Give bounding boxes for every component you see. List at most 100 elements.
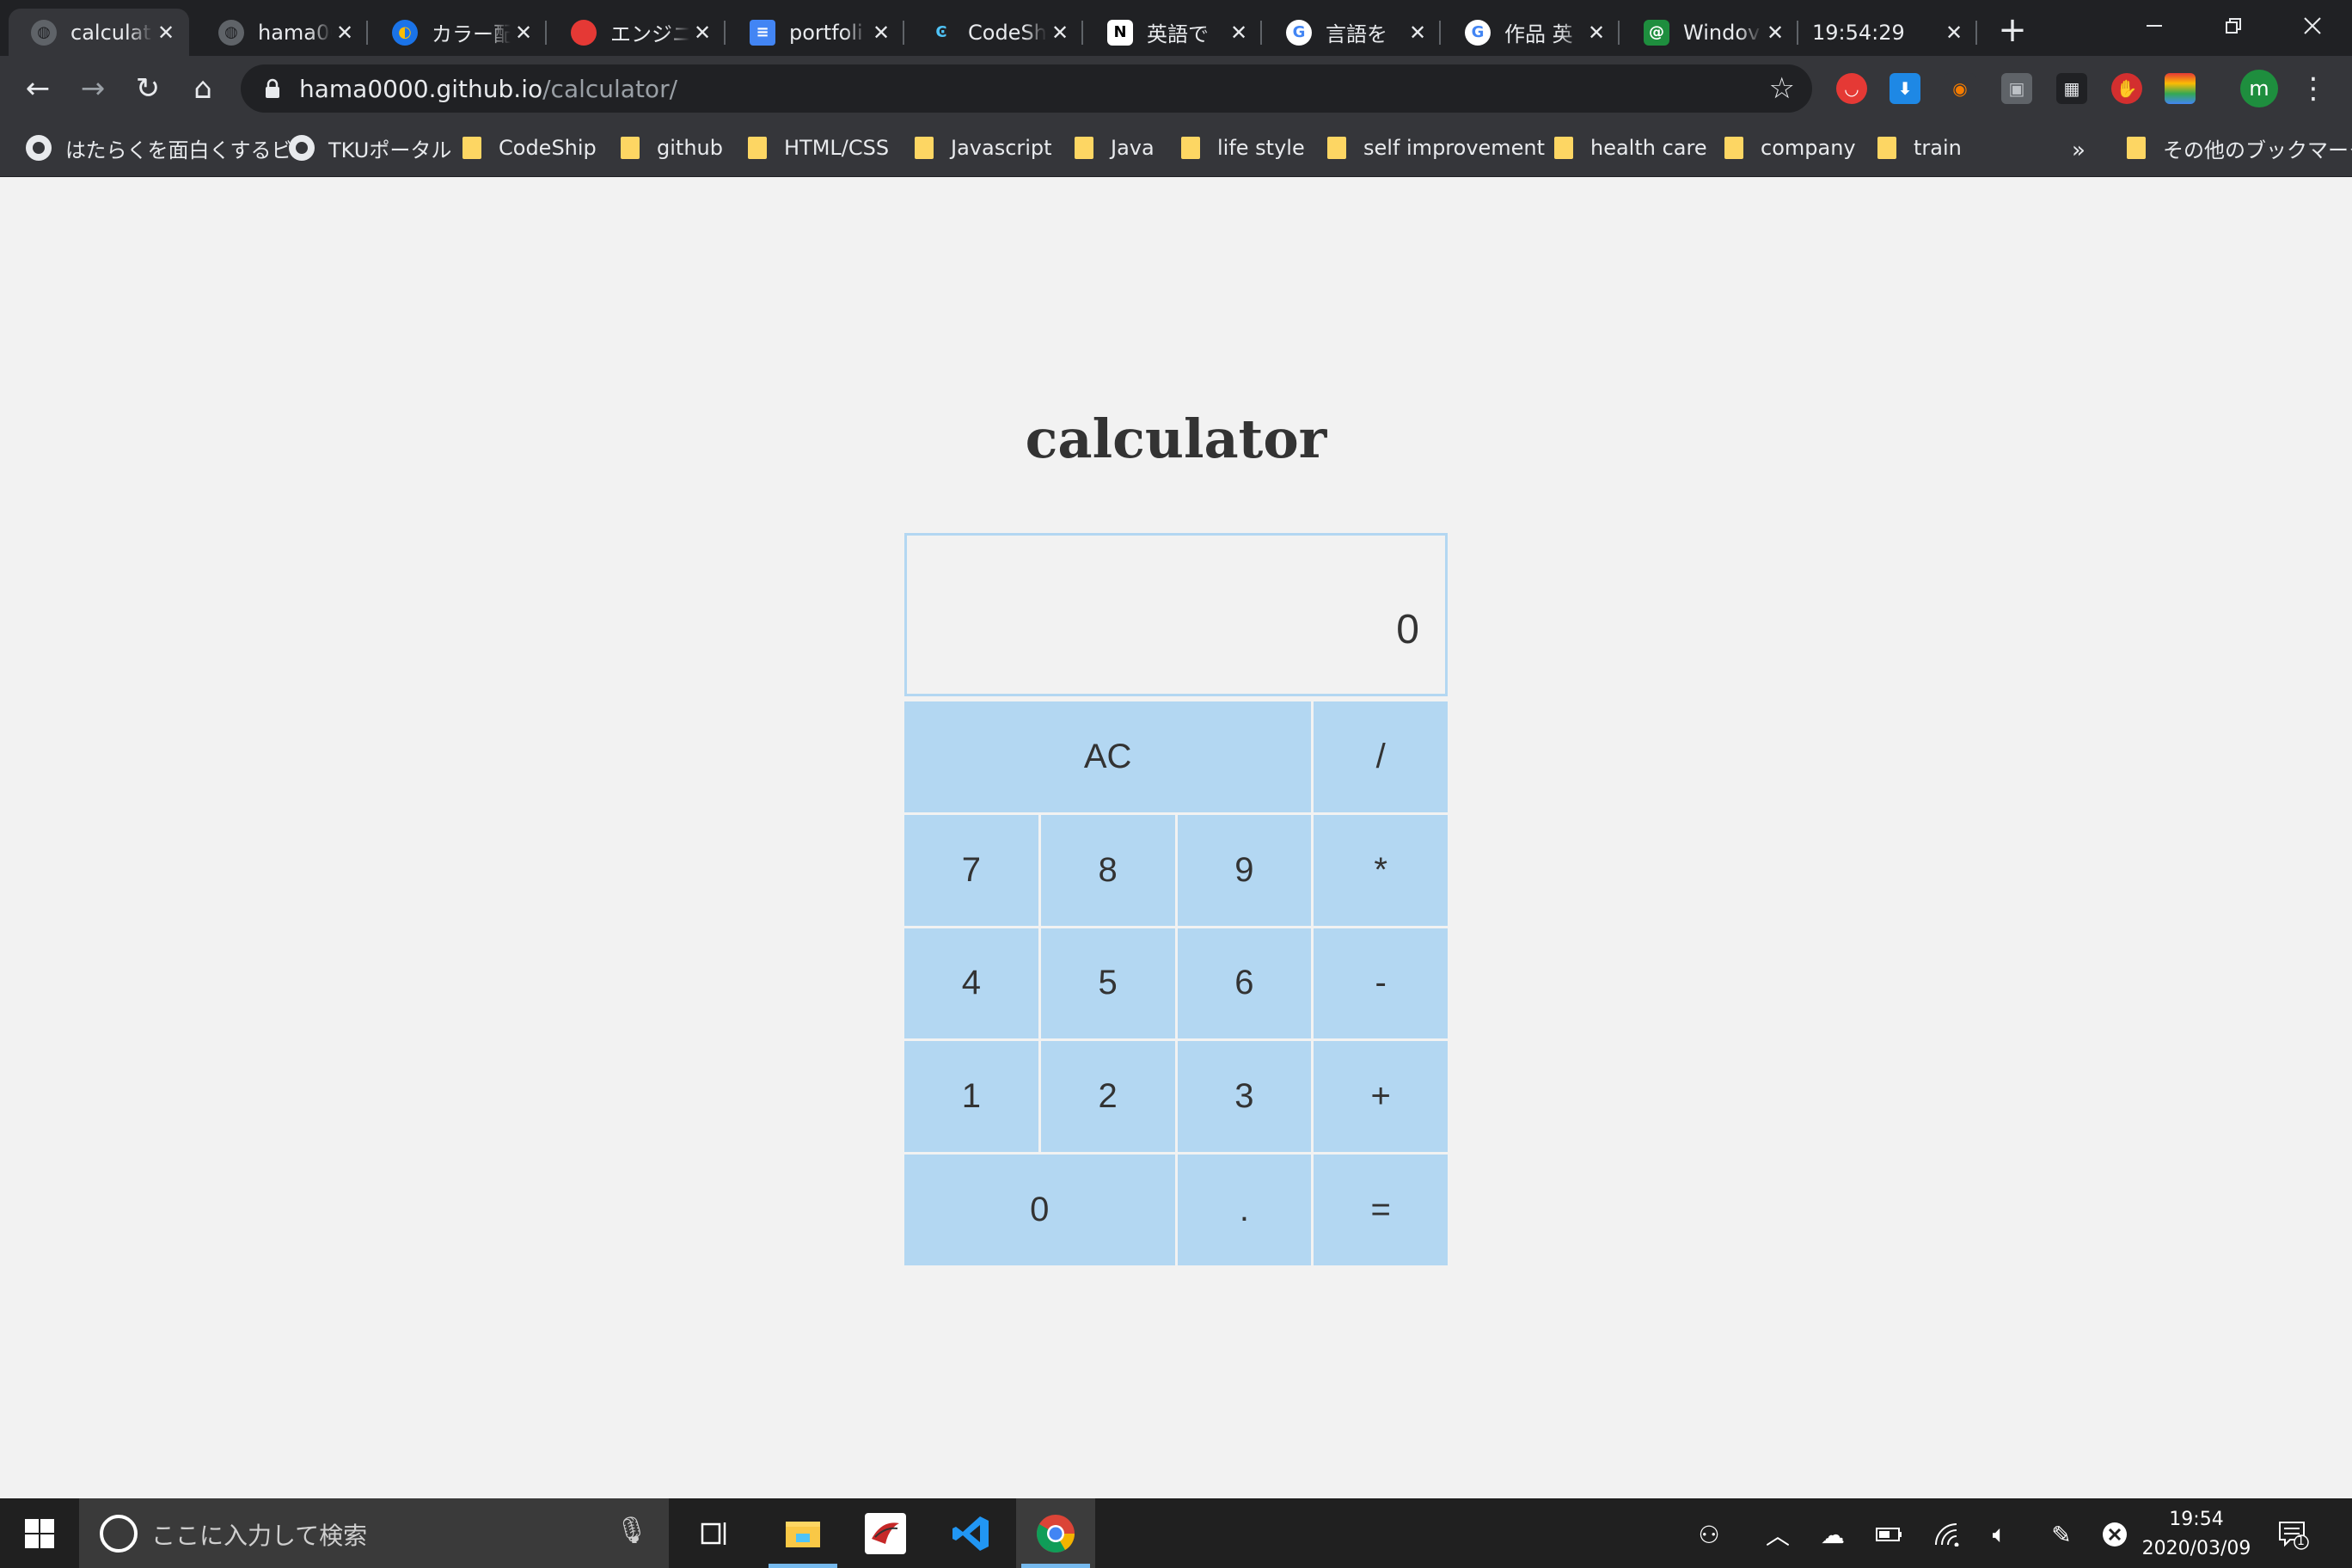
close-tab-icon[interactable]: ✕ [1583, 20, 1609, 46]
close-tab-icon[interactable]: ✕ [689, 20, 715, 46]
bookmark-folder[interactable]: life style [1181, 131, 1305, 165]
bookmark-folder[interactable]: Javascript [915, 131, 1052, 165]
subtract-button[interactable]: - [1314, 928, 1448, 1039]
bookmark-item[interactable]: TKUポータル [289, 131, 451, 165]
digit-2-button[interactable]: 2 [1040, 1041, 1175, 1153]
digit-9-button[interactable]: 9 [1177, 814, 1312, 926]
new-tab-button[interactable]: + [1991, 9, 2034, 52]
bookmark-folder[interactable]: self improvement [1327, 131, 1545, 165]
bookmark-folder[interactable]: health care [1554, 131, 1707, 165]
tab-separator [1618, 21, 1620, 45]
restore-button[interactable] [2194, 0, 2273, 52]
folder-icon [462, 137, 481, 159]
profile-avatar[interactable]: m [2240, 70, 2278, 107]
tab-title: CodeSh [968, 20, 1047, 45]
tab-title: 19:54:29 [1812, 20, 1905, 45]
tab-codeship[interactable]: Ͼ CodeSh ✕ [906, 9, 1083, 56]
people-icon[interactable]: ⚇ [1692, 1517, 1726, 1552]
other-bookmarks-folder[interactable]: その他のブックマーク [2127, 131, 2352, 165]
tab-engineer[interactable]: エンジニ ✕ [548, 9, 726, 56]
digit-6-button[interactable]: 6 [1177, 928, 1312, 1039]
download-extension-icon[interactable]: ⬇ [1890, 73, 1920, 104]
close-window-button[interactable] [2273, 0, 2352, 52]
bookmark-folder[interactable]: train [1877, 131, 1962, 165]
clear-button[interactable]: AC [904, 701, 1312, 812]
reload-button[interactable]: ↻ [126, 66, 170, 111]
close-tab-icon[interactable]: ✕ [1762, 20, 1788, 46]
digit-8-button[interactable]: 8 [1040, 814, 1175, 926]
microphone-icon[interactable]: 🎙︎ [616, 1516, 648, 1546]
tab-portfolio[interactable]: ≡ portfoli ✕ [727, 9, 904, 56]
adblock-extension-icon[interactable]: ✋ [2111, 73, 2142, 104]
extension-red-icon[interactable]: ◡ [1836, 73, 1867, 104]
digit-7-button[interactable]: 7 [904, 814, 1038, 926]
digit-5-button[interactable]: 5 [1040, 928, 1175, 1039]
tab-separator [1260, 21, 1262, 45]
tab-language[interactable]: G 言語を ✕ [1264, 9, 1441, 56]
bookmark-folder[interactable]: github [621, 131, 723, 165]
add-button[interactable]: + [1314, 1041, 1448, 1153]
address-bar[interactable]: hama0000.github.io/calculator/ ☆ [241, 64, 1812, 113]
tab-color-scheme[interactable]: ◐ カラー配 ✕ [370, 9, 547, 56]
bookmarks-overflow-button[interactable]: » [2072, 138, 2086, 163]
owl-extension-icon[interactable]: ◉ [1945, 73, 1975, 104]
digit-1-button[interactable]: 1 [904, 1041, 1038, 1153]
qr-code-extension-icon[interactable]: ▦ [2056, 73, 2087, 104]
tab-windows[interactable]: @ Windov ✕ [1621, 9, 1798, 56]
tab-works[interactable]: G 作品 英 ✕ [1442, 9, 1620, 56]
bookmark-item[interactable]: はたらくを面白くするビ... [26, 131, 311, 165]
battery-icon[interactable] [1872, 1517, 1907, 1552]
divide-button[interactable]: / [1314, 701, 1448, 812]
digit-3-button[interactable]: 3 [1177, 1041, 1312, 1153]
back-button[interactable]: ← [15, 66, 60, 111]
action-center-icon[interactable]: 1 [2276, 1517, 2311, 1552]
tab-title: エンジニ [610, 22, 689, 46]
taskbar-chrome[interactable] [1016, 1498, 1095, 1568]
close-tab-icon[interactable]: ✕ [1405, 20, 1430, 46]
onedrive-cloud-icon[interactable]: ☁ [1816, 1517, 1850, 1552]
taskbar-file-explorer[interactable] [763, 1498, 842, 1568]
multiply-button[interactable]: * [1314, 814, 1448, 926]
decimal-button[interactable]: . [1177, 1155, 1312, 1265]
wifi-icon[interactable] [1931, 1517, 1965, 1552]
image-extension-icon[interactable]: ▣ [2001, 73, 2032, 104]
tab-english[interactable]: N 英語で ✕ [1085, 9, 1262, 56]
close-tab-icon[interactable]: ✕ [1941, 20, 1967, 46]
forward-button[interactable]: → [70, 66, 115, 111]
bookmark-folder[interactable]: CodeShip [462, 131, 597, 165]
bookmark-folder[interactable]: Java [1075, 131, 1155, 165]
close-tab-icon[interactable]: ✕ [332, 20, 358, 46]
tab-separator [724, 21, 726, 45]
taskbar-vscode[interactable] [932, 1498, 1011, 1568]
digit-4-button[interactable]: 4 [904, 928, 1038, 1039]
pen-workspace-icon[interactable]: ✎ [2044, 1517, 2079, 1552]
close-tab-icon[interactable]: ✕ [1047, 20, 1073, 46]
status-x-icon[interactable] [2098, 1517, 2132, 1552]
tab-strip: ◍ calculat ✕ ◍ hama00 ✕ ◐ カラー配 ✕ エンジニ ✕ … [0, 0, 2352, 56]
tab-calculator[interactable]: ◍ calculat ✕ [9, 9, 189, 56]
show-hidden-icons-icon[interactable]: ︿ [1761, 1517, 1795, 1552]
equals-button[interactable]: = [1314, 1155, 1448, 1265]
task-view-button[interactable] [676, 1498, 755, 1568]
vscode-icon [952, 1516, 989, 1551]
minimize-button[interactable] [2115, 0, 2194, 52]
bookmark-folder[interactable]: company [1724, 131, 1856, 165]
color-extension-icon[interactable] [2165, 73, 2196, 104]
tab-clock[interactable]: 19:54:29 ✕ [1800, 9, 1977, 56]
tab-title: Windov [1683, 20, 1761, 45]
close-tab-icon[interactable]: ✕ [1226, 20, 1252, 46]
close-tab-icon[interactable]: ✕ [868, 20, 894, 46]
digit-0-button[interactable]: 0 [904, 1155, 1175, 1265]
close-tab-icon[interactable]: ✕ [511, 20, 536, 46]
taskbar-search-box[interactable]: ここに入力して検索 🎙︎ [79, 1498, 669, 1568]
tab-hama0000[interactable]: ◍ hama00 ✕ [196, 9, 368, 56]
home-button[interactable]: ⌂ [181, 66, 225, 111]
taskbar-app-bird[interactable] [846, 1498, 925, 1568]
start-button[interactable] [0, 1498, 79, 1568]
bookmark-folder[interactable]: HTML/CSS [748, 131, 889, 165]
chrome-menu-icon[interactable]: ⋮ [2299, 70, 2328, 107]
taskbar-clock[interactable]: 19:54 2020/03/09 [2132, 1505, 2261, 1564]
close-tab-icon[interactable]: ✕ [153, 20, 179, 46]
volume-icon[interactable]: 🔈︎ [1982, 1517, 2017, 1552]
bookmark-star-icon[interactable]: ☆ [1769, 71, 1795, 106]
